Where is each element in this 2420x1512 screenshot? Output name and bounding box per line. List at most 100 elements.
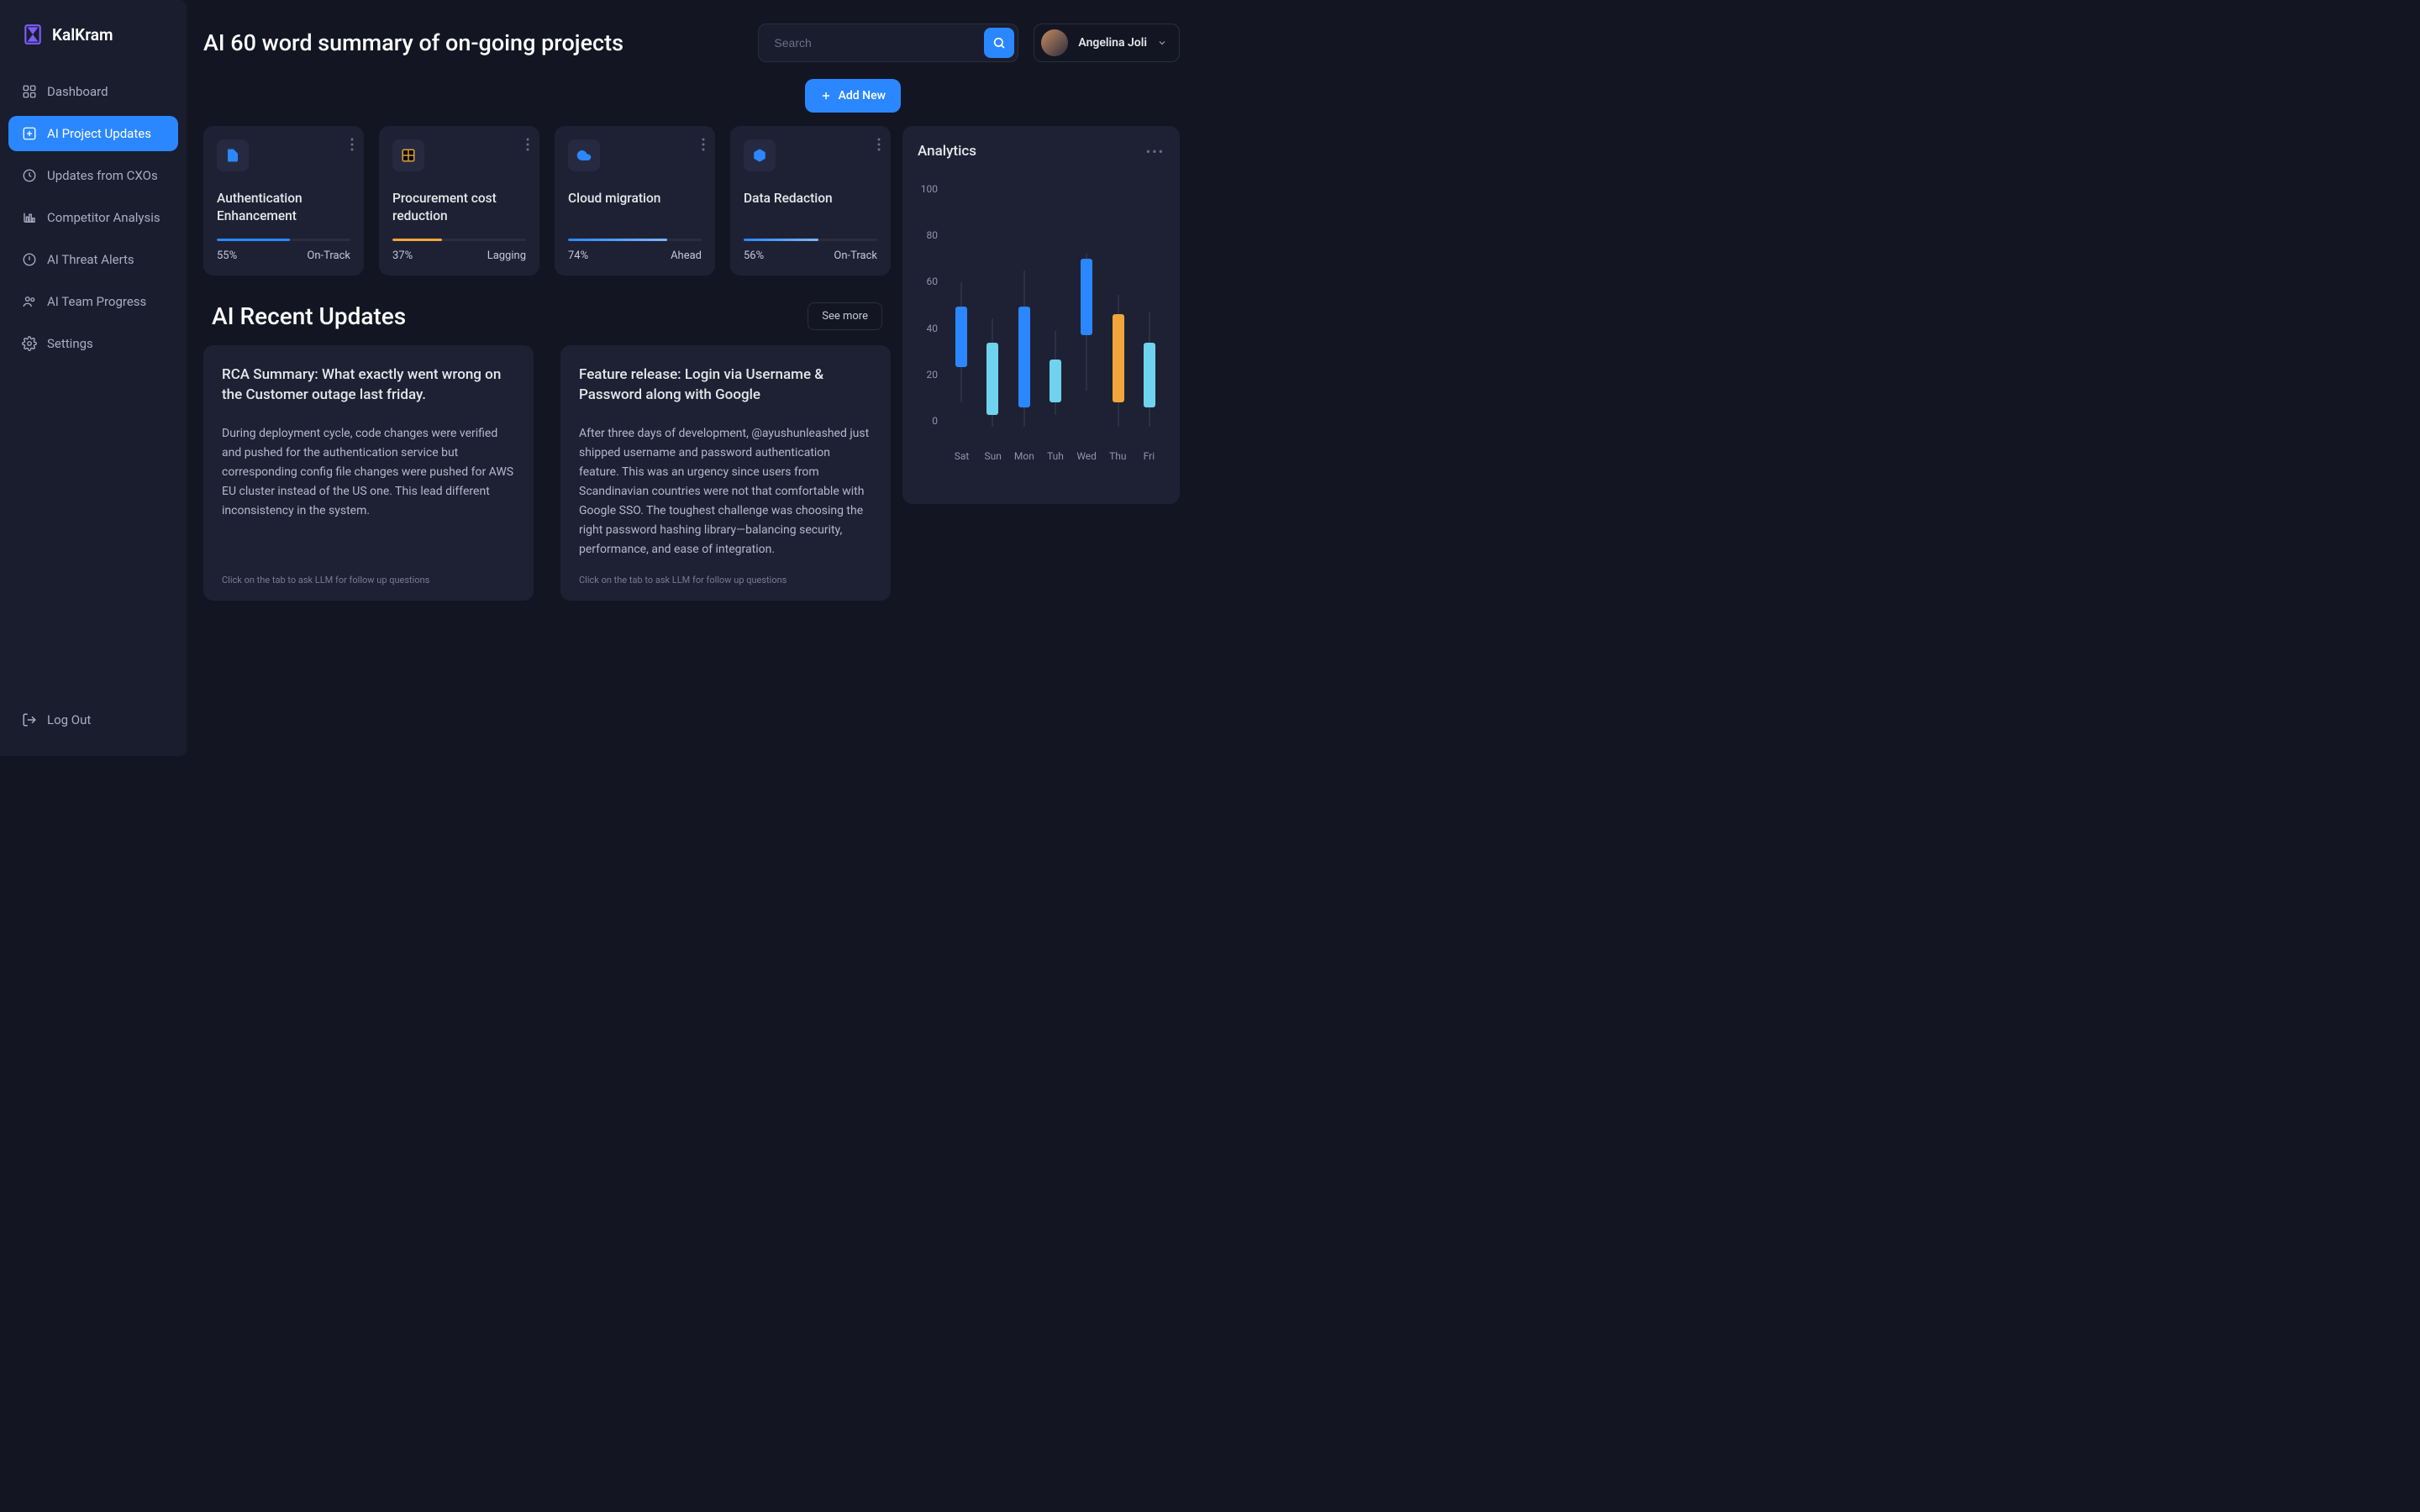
- sidebar-item-ai-project-updates[interactable]: AI Project Updates: [8, 116, 178, 151]
- y-tick: 40: [918, 323, 938, 334]
- logout-icon: [22, 712, 37, 727]
- card-menu[interactable]: [350, 138, 354, 151]
- dots-vertical-icon: [877, 138, 881, 151]
- progress-bar: [392, 239, 526, 241]
- project-card[interactable]: Cloud migration 74% Ahead: [555, 126, 715, 276]
- update-card[interactable]: Feature release: Login via Username & Pa…: [560, 345, 891, 601]
- add-new-label: Add New: [839, 89, 886, 102]
- user-menu[interactable]: Angelina Joli: [1034, 24, 1180, 62]
- project-card[interactable]: Authentication Enhancement 55% On-Track: [203, 126, 364, 276]
- chart-icon: [22, 210, 37, 225]
- project-title: Procurement cost reduction: [392, 190, 526, 225]
- sidebar-item-dashboard[interactable]: Dashboard: [8, 74, 178, 109]
- plus-icon: [820, 90, 832, 102]
- brand-name: KalKram: [52, 25, 113, 45]
- x-tick: Tuh: [1039, 450, 1071, 462]
- project-cards-row: Authentication Enhancement 55% On-Track …: [203, 126, 891, 276]
- project-card[interactable]: Procurement cost reduction 37% Lagging: [379, 126, 539, 276]
- card-menu[interactable]: [877, 138, 881, 151]
- box-icon: [752, 148, 767, 163]
- cloud-icon: [576, 148, 592, 163]
- see-more-button[interactable]: See more: [808, 302, 882, 330]
- user-name: Angelina Joli: [1078, 36, 1147, 50]
- project-status: Lagging: [487, 249, 526, 262]
- x-tick: Fri: [1134, 450, 1165, 462]
- dots-vertical-icon: [350, 138, 354, 151]
- update-hint: Click on the tab to ask LLM for follow u…: [222, 575, 515, 585]
- y-tick: 60: [918, 276, 938, 287]
- search-input[interactable]: [774, 36, 984, 50]
- x-tick: Sat: [946, 450, 977, 462]
- file-icon: [225, 148, 240, 163]
- sidebar-item-label: AI Team Progress: [47, 294, 146, 309]
- clock-icon: [22, 168, 37, 183]
- card-icon-box: [568, 139, 600, 171]
- sidebar-item-label: AI Project Updates: [47, 126, 151, 141]
- update-card[interactable]: RCA Summary: What exactly went wrong on …: [203, 345, 534, 601]
- project-status: Ahead: [671, 249, 702, 262]
- update-title: Feature release: Login via Username & Pa…: [579, 365, 872, 406]
- add-row: Add New: [203, 79, 1180, 113]
- chart-bar: [979, 186, 1005, 444]
- sidebar-item-label: Competitor Analysis: [47, 210, 160, 225]
- nav: Dashboard AI Project Updates Updates from …: [8, 74, 178, 361]
- card-footer: 55% On-Track: [217, 249, 350, 262]
- project-card[interactable]: Data Redaction 56% On-Track: [730, 126, 891, 276]
- y-axis: 100806040200: [918, 183, 946, 444]
- x-tick: Wed: [1071, 450, 1102, 462]
- main: AI 60 word summary of on-going projects …: [187, 0, 1210, 756]
- project-percent: 74%: [568, 249, 588, 262]
- search-button[interactable]: [984, 28, 1014, 58]
- project-status: On-Track: [307, 249, 350, 262]
- update-hint: Click on the tab to ask LLM for follow u…: [579, 575, 872, 585]
- sidebar-item-updates-from-cxos[interactable]: Updates from CXOs: [8, 158, 178, 193]
- card-footer: 56% On-Track: [744, 249, 877, 262]
- sidebar-item-ai-team-progress[interactable]: AI Team Progress: [8, 284, 178, 319]
- update-body: After three days of development, @ayushu…: [579, 424, 872, 560]
- x-tick: Sun: [977, 450, 1008, 462]
- sidebar-item-competitor-analysis[interactable]: Competitor Analysis: [8, 200, 178, 235]
- analytics-title: Analytics: [918, 143, 976, 160]
- chart-bar: [1074, 186, 1100, 444]
- card-icon-box: [217, 139, 249, 171]
- project-status: On-Track: [834, 249, 877, 262]
- dots-vertical-icon: [526, 138, 529, 151]
- chart-bar: [1105, 186, 1131, 444]
- project-title: Data Redaction: [744, 190, 877, 225]
- logout-button[interactable]: Log Out: [8, 704, 104, 736]
- card-icon-box: [392, 139, 424, 171]
- update-body: During deployment cycle, code changes we…: [222, 424, 515, 560]
- chevron-down-icon: [1157, 38, 1167, 48]
- brand: KalKram: [8, 24, 178, 45]
- card-footer: 37% Lagging: [392, 249, 526, 262]
- project-percent: 37%: [392, 249, 413, 262]
- team-icon: [22, 294, 37, 309]
- hourglass-icon: [22, 24, 44, 45]
- add-new-button[interactable]: Add New: [805, 79, 901, 113]
- alert-icon: [22, 252, 37, 267]
- sidebar: KalKram Dashboard AI Project Updates Updat…: [0, 0, 187, 756]
- sidebar-item-ai-threat-alerts[interactable]: AI Threat Alerts: [8, 242, 178, 277]
- x-axis: SatSunMonTuhWedThuFri: [946, 450, 1165, 462]
- card-menu[interactable]: [702, 138, 705, 151]
- card-icon-box: [744, 139, 776, 171]
- update-title: RCA Summary: What exactly went wrong on …: [222, 365, 515, 406]
- y-tick: 100: [918, 183, 938, 195]
- settings-icon: [22, 336, 37, 351]
- sidebar-item-label: Settings: [47, 336, 93, 351]
- recent-header: AI Recent Updates See more: [203, 302, 891, 330]
- progress-bar: [744, 239, 877, 241]
- content-row: Authentication Enhancement 55% On-Track …: [203, 126, 1180, 601]
- chart-bar: [1137, 186, 1163, 444]
- card-footer: 74% Ahead: [568, 249, 702, 262]
- progress-bar: [217, 239, 350, 241]
- project-title: Cloud migration: [568, 190, 702, 225]
- card-menu[interactable]: [526, 138, 529, 151]
- analytics-menu[interactable]: •••: [1146, 144, 1165, 160]
- x-tick: Thu: [1102, 450, 1134, 462]
- chart-bar: [948, 186, 974, 444]
- project-percent: 56%: [744, 249, 764, 262]
- dots-vertical-icon: [702, 138, 705, 151]
- updates-row: RCA Summary: What exactly went wrong on …: [203, 345, 891, 601]
- sidebar-item-settings[interactable]: Settings: [8, 326, 178, 361]
